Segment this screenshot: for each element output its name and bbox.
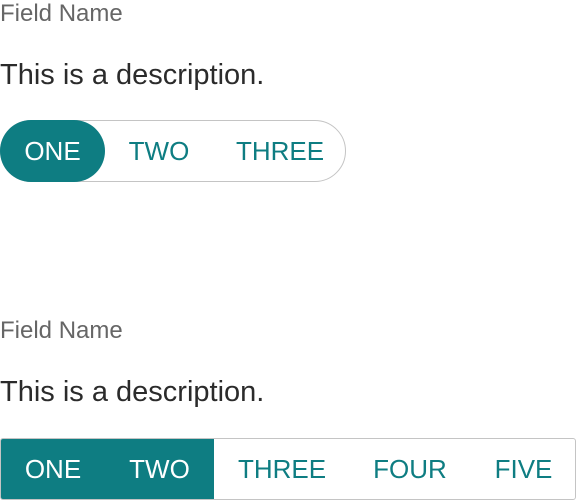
segment-one[interactable]: ONE — [0, 120, 105, 182]
segment-one[interactable]: ONE — [1, 439, 105, 499]
segment-five[interactable]: FIVE — [470, 439, 575, 499]
field-description: This is a description. — [0, 59, 265, 91]
field-label: Field Name — [0, 0, 123, 27]
segment-four[interactable]: FOUR — [350, 439, 470, 499]
field-one-description-wrap: This is a description. — [0, 58, 264, 92]
segment-three[interactable]: THREE — [213, 120, 347, 182]
field-label: Field Name — [0, 317, 123, 344]
field-one: Field Name — [0, 0, 123, 28]
segment-two[interactable]: TWO — [105, 439, 214, 499]
field-description: This is a description. — [0, 376, 265, 408]
field-two: Field Name — [0, 317, 123, 345]
field-two-description-wrap: This is a description. — [0, 375, 264, 409]
segment-three[interactable]: THREE — [214, 439, 350, 499]
segmented-control-multi: ONE TWO THREE FOUR FIVE — [0, 438, 576, 500]
segment-two[interactable]: TWO — [105, 120, 213, 182]
segmented-control-single: ONE TWO THREE — [0, 120, 346, 182]
